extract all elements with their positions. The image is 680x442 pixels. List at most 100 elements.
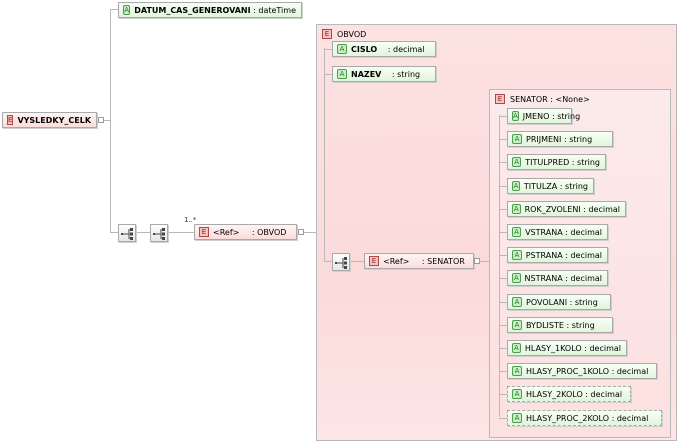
connector-line: [168, 232, 194, 233]
connector-line: [499, 394, 507, 395]
attribute-badge-icon: A: [512, 297, 522, 307]
attribute-separator: :: [250, 5, 259, 15]
connector-line: [499, 418, 507, 419]
connector-line: [499, 325, 507, 326]
attribute-name: NAZEV: [351, 69, 382, 79]
attribute-separator: :: [385, 44, 394, 54]
attribute-node-hlasy-proc-1kolo[interactable]: A HLASY_PROC_1KOLO : decimal: [507, 363, 657, 379]
attribute-type: decimal: [616, 366, 649, 376]
attribute-type: decimal: [393, 44, 425, 54]
sequence-compositor-icon[interactable]: [332, 253, 350, 271]
attribute-node-hlasy-1kolo[interactable]: A HLASY_1KOLO : decimal: [507, 340, 627, 356]
attribute-type: decimal: [570, 250, 602, 260]
attribute-name: JMENO: [522, 111, 550, 121]
connector-line: [110, 232, 118, 233]
collapse-toggle[interactable]: [298, 229, 304, 235]
connector-line: [499, 139, 507, 140]
connector-line: [499, 232, 507, 233]
connector-line: [499, 209, 507, 210]
attribute-badge-icon: A: [512, 181, 520, 191]
attribute-name: TITULZA: [523, 181, 558, 191]
element-badge-icon: E: [369, 256, 379, 266]
connector-line: [324, 74, 332, 75]
attribute-type: decimal: [590, 389, 623, 399]
ref-name: OBVOD: [257, 227, 287, 237]
connector-line: [499, 162, 507, 163]
root-element-node[interactable]: E VYSLEDKY_CELK: [2, 112, 97, 128]
attribute-separator: :: [581, 343, 590, 353]
root-element-name: VYSLEDKY_CELK: [17, 115, 92, 125]
attribute-name: PSTRANA: [525, 250, 563, 260]
attribute-badge-icon: A: [512, 389, 522, 399]
attribute-type: string: [397, 69, 421, 79]
attribute-name: HLASY_2KOLO: [526, 389, 583, 399]
attribute-name: HLASY_PROC_2KOLO: [526, 413, 610, 423]
attribute-node-cislo[interactable]: A CISLO : decimal: [332, 41, 436, 57]
connector-line: [499, 255, 507, 256]
ref-separator: :: [249, 227, 258, 237]
attribute-separator: :: [549, 111, 558, 121]
attribute-name: POVOLANI: [526, 297, 568, 307]
attribute-node-datum[interactable]: A DATUM_CAS_GENEROVANI : dateTime: [118, 2, 302, 18]
ref-separator: :: [419, 256, 428, 266]
attribute-badge-icon: A: [123, 5, 131, 15]
attribute-separator: :: [569, 157, 578, 167]
attribute-node-nazev[interactable]: A NAZEV : string: [332, 66, 436, 82]
attribute-name: VSTRANA: [525, 227, 563, 237]
connector-line: [324, 49, 332, 50]
connector-line: [350, 261, 364, 262]
connector-line: [499, 302, 507, 303]
attribute-name: BYDLISTE: [526, 320, 564, 330]
attribute-separator: :: [567, 297, 575, 307]
element-ref-node-senator[interactable]: E <Ref> : SENATOR: [364, 253, 474, 269]
attribute-badge-icon: A: [512, 157, 522, 167]
attribute-name: HLASY_1KOLO: [524, 343, 582, 353]
attribute-badge-icon: A: [337, 69, 347, 79]
attribute-separator: :: [609, 366, 617, 376]
sequence-compositor-icon[interactable]: [118, 224, 136, 242]
collapse-toggle[interactable]: [98, 117, 104, 123]
attribute-type: string: [577, 157, 600, 167]
sequence-compositor-icon[interactable]: [150, 224, 168, 242]
attribute-type: string: [571, 320, 595, 330]
attribute-type: decimal: [589, 343, 621, 353]
attribute-node-vstrana[interactable]: A VSTRANA : decimal: [507, 224, 608, 240]
attribute-node-bydliste[interactable]: A BYDLISTE : string: [507, 317, 613, 333]
attribute-badge-icon: A: [512, 134, 522, 144]
attribute-name: NSTRANA: [524, 273, 563, 283]
senator-container-title: E SENATOR : <None>: [495, 94, 590, 104]
connector-line: [499, 278, 507, 279]
attribute-node-povolani[interactable]: A POVOLANI : string: [507, 294, 611, 310]
attribute-node-rok-zvoleni[interactable]: A ROK_ZVOLENI : decimal: [507, 201, 626, 217]
attribute-badge-icon: A: [512, 413, 522, 423]
connector-line: [499, 371, 507, 372]
attribute-node-pstrana[interactable]: A PSTRANA : decimal: [507, 247, 608, 263]
attribute-node-titulza[interactable]: A TITULZA : string: [507, 178, 594, 194]
ref-label: <Ref>: [213, 227, 240, 237]
attribute-badge-icon: A: [512, 204, 521, 214]
attribute-node-hlasy-proc-2kolo[interactable]: A HLASY_PROC_2KOLO : decimal: [507, 410, 662, 426]
element-badge-icon: E: [322, 29, 332, 39]
attribute-badge-icon: A: [512, 273, 521, 283]
attribute-separator: :: [580, 204, 589, 214]
attribute-type: decimal: [570, 227, 602, 237]
attribute-node-jmeno[interactable]: A JMENO : string: [507, 108, 580, 124]
attribute-node-nstrana[interactable]: A NSTRANA : decimal: [507, 270, 608, 286]
obvod-container-title: E OBVOD: [322, 29, 366, 39]
connector-line: [324, 48, 325, 261]
ref-label: <Ref>: [383, 256, 410, 266]
attribute-node-hlasy-2kolo[interactable]: A HLASY_2KOLO : decimal: [507, 386, 631, 402]
connector-line: [110, 9, 118, 10]
connector-line: [499, 348, 507, 349]
attribute-separator: :: [561, 134, 570, 144]
attribute-separator: :: [562, 250, 571, 260]
attribute-badge-icon: A: [512, 366, 522, 376]
connector-line: [499, 116, 507, 117]
element-ref-node-obvod[interactable]: E <Ref> : OBVOD: [194, 224, 297, 240]
attribute-type: decimal: [616, 413, 649, 423]
collapse-toggle[interactable]: [474, 258, 480, 264]
attribute-badge-icon: A: [512, 250, 522, 260]
attribute-node-titulpred[interactable]: A TITULPRED : string: [507, 154, 606, 170]
attribute-separator: :: [563, 320, 572, 330]
attribute-node-prijmeni[interactable]: A PRIJMENI : string: [507, 131, 613, 147]
